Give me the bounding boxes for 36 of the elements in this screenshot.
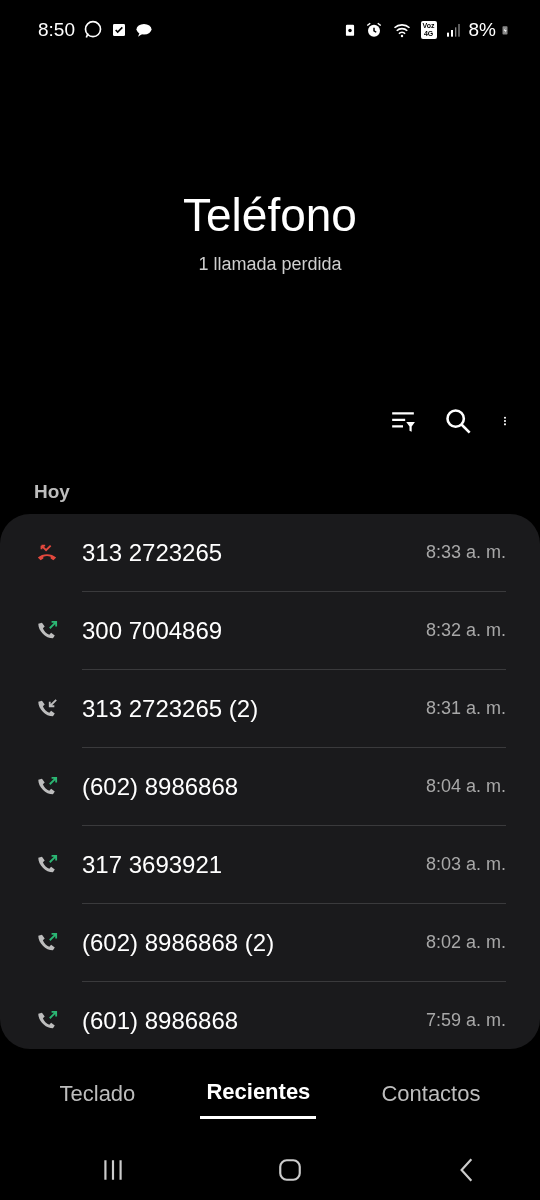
call-time: 8:04 a. m. bbox=[425, 775, 506, 799]
phone-number: 313 2723265 bbox=[82, 537, 224, 568]
clock-text: 8:50 bbox=[38, 17, 75, 42]
phone-number: 300 7004869 bbox=[82, 615, 224, 646]
call-log-row[interactable]: (602) 8986868 (2) 8:02 a. m. bbox=[0, 904, 540, 983]
phone-number: (602) 8986868 (2) bbox=[82, 927, 276, 958]
call-log-row[interactable]: 313 2723265 8:33 a. m. bbox=[0, 514, 540, 593]
message-icon bbox=[135, 21, 153, 39]
call-time: 8:31 a. m. bbox=[425, 697, 506, 721]
chat-bubble-icon bbox=[83, 20, 103, 40]
call-log-row[interactable]: (602) 8986868 8:04 a. m. bbox=[0, 748, 540, 827]
bottom-tab[interactable]: Recientes bbox=[200, 1067, 317, 1120]
search-icon[interactable] bbox=[444, 406, 472, 435]
call-time: 7:59 a. m. bbox=[425, 1009, 506, 1033]
checkbox-icon bbox=[111, 22, 127, 38]
screen-title: Teléfono bbox=[182, 190, 358, 241]
section-header: Hoy bbox=[34, 479, 71, 504]
bottom-tab[interactable]: Teclado bbox=[53, 1068, 142, 1118]
call-time: 8:33 a. m. bbox=[425, 541, 506, 565]
call-time: 8:02 a. m. bbox=[425, 931, 506, 955]
signal-icon bbox=[444, 22, 461, 38]
battery-percentage: 8% bbox=[468, 17, 496, 42]
bottom-tab[interactable]: Contactos bbox=[375, 1068, 487, 1118]
phone-number: 313 2723265 (2) bbox=[82, 693, 260, 724]
phone-number: (601) 8986868 bbox=[82, 1005, 240, 1036]
call-log-row[interactable]: (601) 8986868 7:59 a. m. bbox=[0, 982, 540, 1050]
alarm-icon bbox=[364, 21, 383, 39]
call-log-row[interactable]: 317 3693921 8:03 a. m. bbox=[0, 826, 540, 905]
call-time: 8:32 a. m. bbox=[425, 619, 506, 643]
home-icon[interactable] bbox=[277, 1157, 303, 1184]
phone-number: 317 3693921 bbox=[82, 849, 224, 880]
missed-call-summary: 1 llamada perdida bbox=[197, 252, 343, 276]
phone-number: (602) 8986868 bbox=[82, 771, 240, 802]
call-log-row[interactable]: 313 2723265 (2) 8:31 a. m. bbox=[0, 670, 540, 749]
call-log-row[interactable]: 300 7004869 8:32 a. m. bbox=[0, 592, 540, 671]
call-time: 8:03 a. m. bbox=[425, 853, 506, 877]
